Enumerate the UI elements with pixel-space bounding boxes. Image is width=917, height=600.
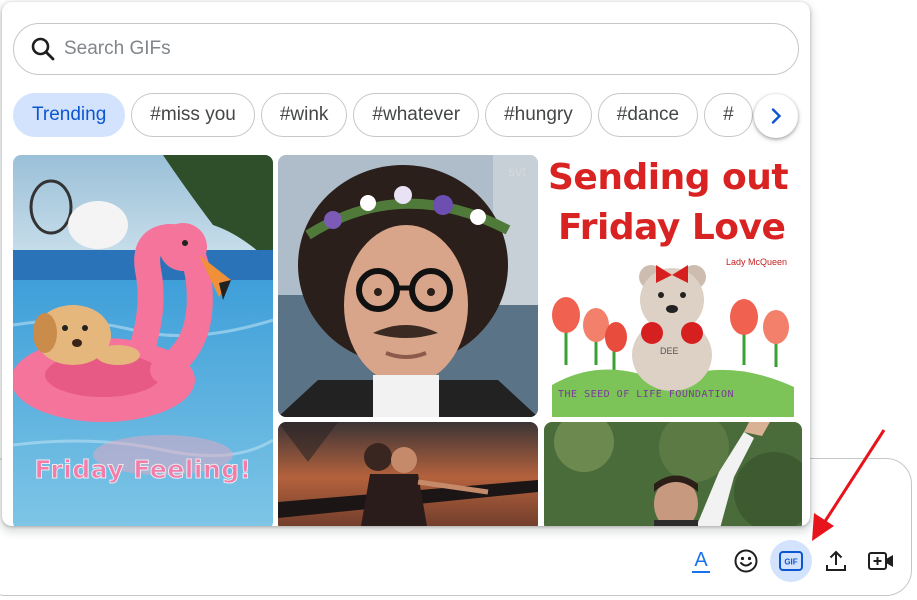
gif-titanic-couple[interactable]: [278, 422, 538, 526]
teddy-bear-decoration: [632, 265, 712, 391]
gif-bear-tag: DEE: [660, 346, 679, 356]
video-camera-add-icon: [868, 552, 893, 570]
chip-hungry[interactable]: #hungry: [485, 93, 592, 137]
gif-category-chips: Trending #miss you #wink #whatever #hung…: [13, 92, 799, 138]
gif-flower-crown-image: [278, 155, 538, 417]
search-icon: [31, 37, 55, 61]
gif-mr-bean-wave[interactable]: [544, 422, 802, 526]
svg-text:GIF: GIF: [784, 558, 797, 567]
chevron-right-icon: [771, 108, 782, 124]
gif-watermark-svt: svt: [508, 163, 526, 179]
chip-dance[interactable]: #dance: [597, 93, 699, 137]
emoji-button[interactable]: [725, 540, 767, 582]
chip-whatever[interactable]: #whatever: [353, 93, 480, 137]
gif-search-input[interactable]: [64, 29, 798, 69]
svg-text:A: A: [694, 549, 708, 571]
gif-titanic-image: [278, 422, 538, 526]
format-text-icon: A: [692, 549, 710, 573]
composer-toolbar: A GIF: [680, 540, 905, 582]
chips-scroll-right-button[interactable]: [754, 94, 798, 138]
upload-icon: [826, 550, 846, 571]
gif-friday-love-bear[interactable]: Sending out Friday Love Lady McQueen DEE…: [544, 155, 802, 417]
video-call-button[interactable]: [860, 540, 902, 582]
gif-button[interactable]: GIF: [770, 540, 812, 582]
chip-next-partial[interactable]: #: [704, 93, 753, 137]
gif-picker-popup: Trending #miss you #wink #whatever #hung…: [2, 2, 810, 526]
chip-miss-you[interactable]: #miss you: [131, 93, 255, 137]
gif-text-friday-love: Friday Love: [558, 207, 786, 248]
chip-wink[interactable]: #wink: [260, 93, 348, 137]
gif-search-box[interactable]: [13, 23, 799, 75]
gif-mr-bean-image: [544, 422, 802, 526]
upload-button[interactable]: [815, 540, 857, 582]
gif-credit-lady-mcqueen: Lady McQueen: [726, 257, 788, 267]
gif-flamingo-puppy[interactable]: Friday Feeling!: [13, 155, 273, 526]
smiley-icon: [734, 549, 758, 573]
gif-icon: GIF: [779, 551, 803, 571]
gif-caption-friday-feeling: Friday Feeling!: [34, 455, 252, 485]
gif-footer-text: THE SEED OF LIFE FOUNDATION: [558, 389, 735, 400]
format-text-button[interactable]: A: [680, 540, 722, 582]
chip-trending[interactable]: Trending: [13, 93, 126, 137]
gif-flower-crown-man[interactable]: svt: [278, 155, 538, 417]
gif-text-sending-out: Sending out: [548, 157, 789, 198]
